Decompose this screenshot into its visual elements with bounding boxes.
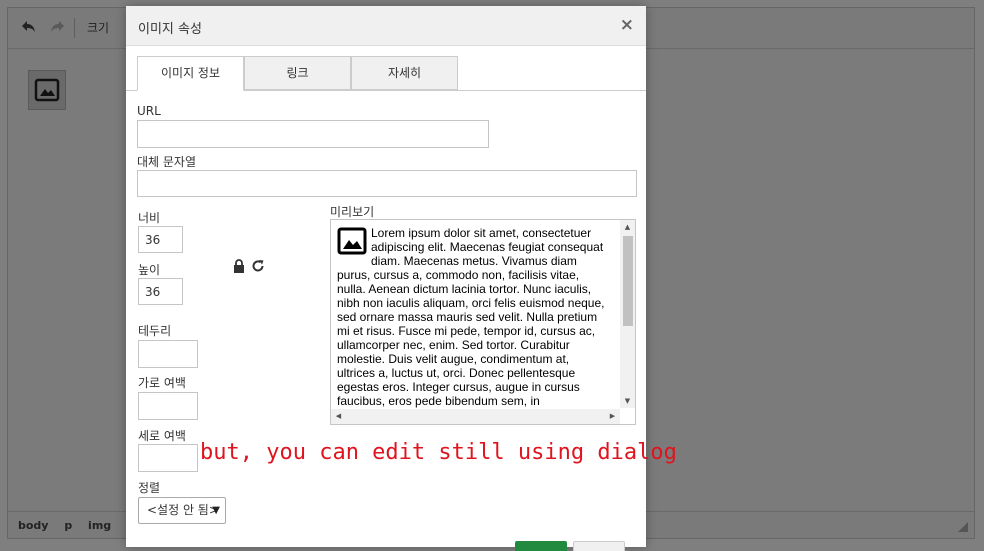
dialog-header: 이미지 속성 × <box>126 6 646 46</box>
close-icon[interactable]: × <box>620 15 634 35</box>
preview-horizontal-scrollbar[interactable]: ◀ ▶ <box>331 409 620 424</box>
width-label: 너비 <box>138 211 161 225</box>
reset-size-icon[interactable] <box>251 259 265 273</box>
path-item-body[interactable]: body <box>18 519 48 532</box>
image-properties-dialog: 이미지 속성 × 이미지 정보 링크 자세히 URL 대체 문자열 너비 높이 … <box>126 6 646 551</box>
tab-advanced[interactable]: 자세히 <box>351 56 458 90</box>
annotation-text: but, you can edit still using dialog <box>200 440 677 465</box>
toolbar-separator <box>74 18 75 38</box>
vspace-input[interactable] <box>138 444 198 472</box>
hspace-input[interactable] <box>138 392 198 420</box>
image-icon <box>337 227 367 255</box>
hspace-label: 가로 여백 <box>138 376 186 390</box>
dialog-title: 이미지 속성 <box>138 22 202 37</box>
element-path: body p img <box>18 519 123 532</box>
scroll-thumb[interactable] <box>623 236 633 326</box>
preview-content: Lorem ipsum dolor sit amet, consectetuer… <box>337 226 610 408</box>
url-input[interactable] <box>137 120 489 148</box>
preview-box: Lorem ipsum dolor sit amet, consectetuer… <box>330 219 636 425</box>
url-label: URL <box>137 104 161 118</box>
chevron-down-icon: ▼ <box>212 505 220 516</box>
scroll-right-icon[interactable]: ▶ <box>605 412 620 420</box>
font-size-dropdown[interactable]: 크기 <box>87 19 109 36</box>
tab-link[interactable]: 링크 <box>244 56 351 90</box>
border-input[interactable] <box>138 340 198 368</box>
preview-label: 미리보기 <box>330 205 375 219</box>
undo-icon[interactable] <box>20 18 38 36</box>
height-input[interactable] <box>138 278 183 305</box>
align-label: 정렬 <box>138 481 161 495</box>
resize-grip-icon[interactable] <box>958 522 968 532</box>
redo-icon[interactable] <box>48 18 66 36</box>
scroll-up-icon[interactable]: ▲ <box>620 223 635 231</box>
vspace-label: 세로 여백 <box>138 429 186 443</box>
preview-lorem-text: Lorem ipsum dolor sit amet, consectetuer… <box>337 226 605 408</box>
image-icon <box>34 78 60 102</box>
alt-text-label: 대체 문자열 <box>137 155 197 169</box>
width-input[interactable] <box>138 226 183 253</box>
path-item-p[interactable]: p <box>64 519 72 532</box>
preview-vertical-scrollbar[interactable]: ▲ ▼ <box>620 220 635 408</box>
ok-button[interactable] <box>515 541 567 551</box>
scroll-down-icon[interactable]: ▼ <box>620 397 635 405</box>
align-select-value: <설정 안 됨> <box>147 503 219 517</box>
border-label: 테두리 <box>138 324 172 338</box>
editor-image-placeholder[interactable] <box>28 70 66 110</box>
scroll-left-icon[interactable]: ◀ <box>331 412 346 420</box>
alt-text-input[interactable] <box>137 170 637 197</box>
path-item-img[interactable]: img <box>88 519 111 532</box>
dialog-tabs: 이미지 정보 링크 자세히 <box>126 46 646 91</box>
cancel-button[interactable] <box>573 541 625 551</box>
height-label: 높이 <box>138 263 161 277</box>
align-select[interactable]: <설정 안 됨> ▼ <box>138 497 226 524</box>
lock-ratio-icon[interactable] <box>232 259 246 273</box>
tab-image-info[interactable]: 이미지 정보 <box>137 56 244 91</box>
